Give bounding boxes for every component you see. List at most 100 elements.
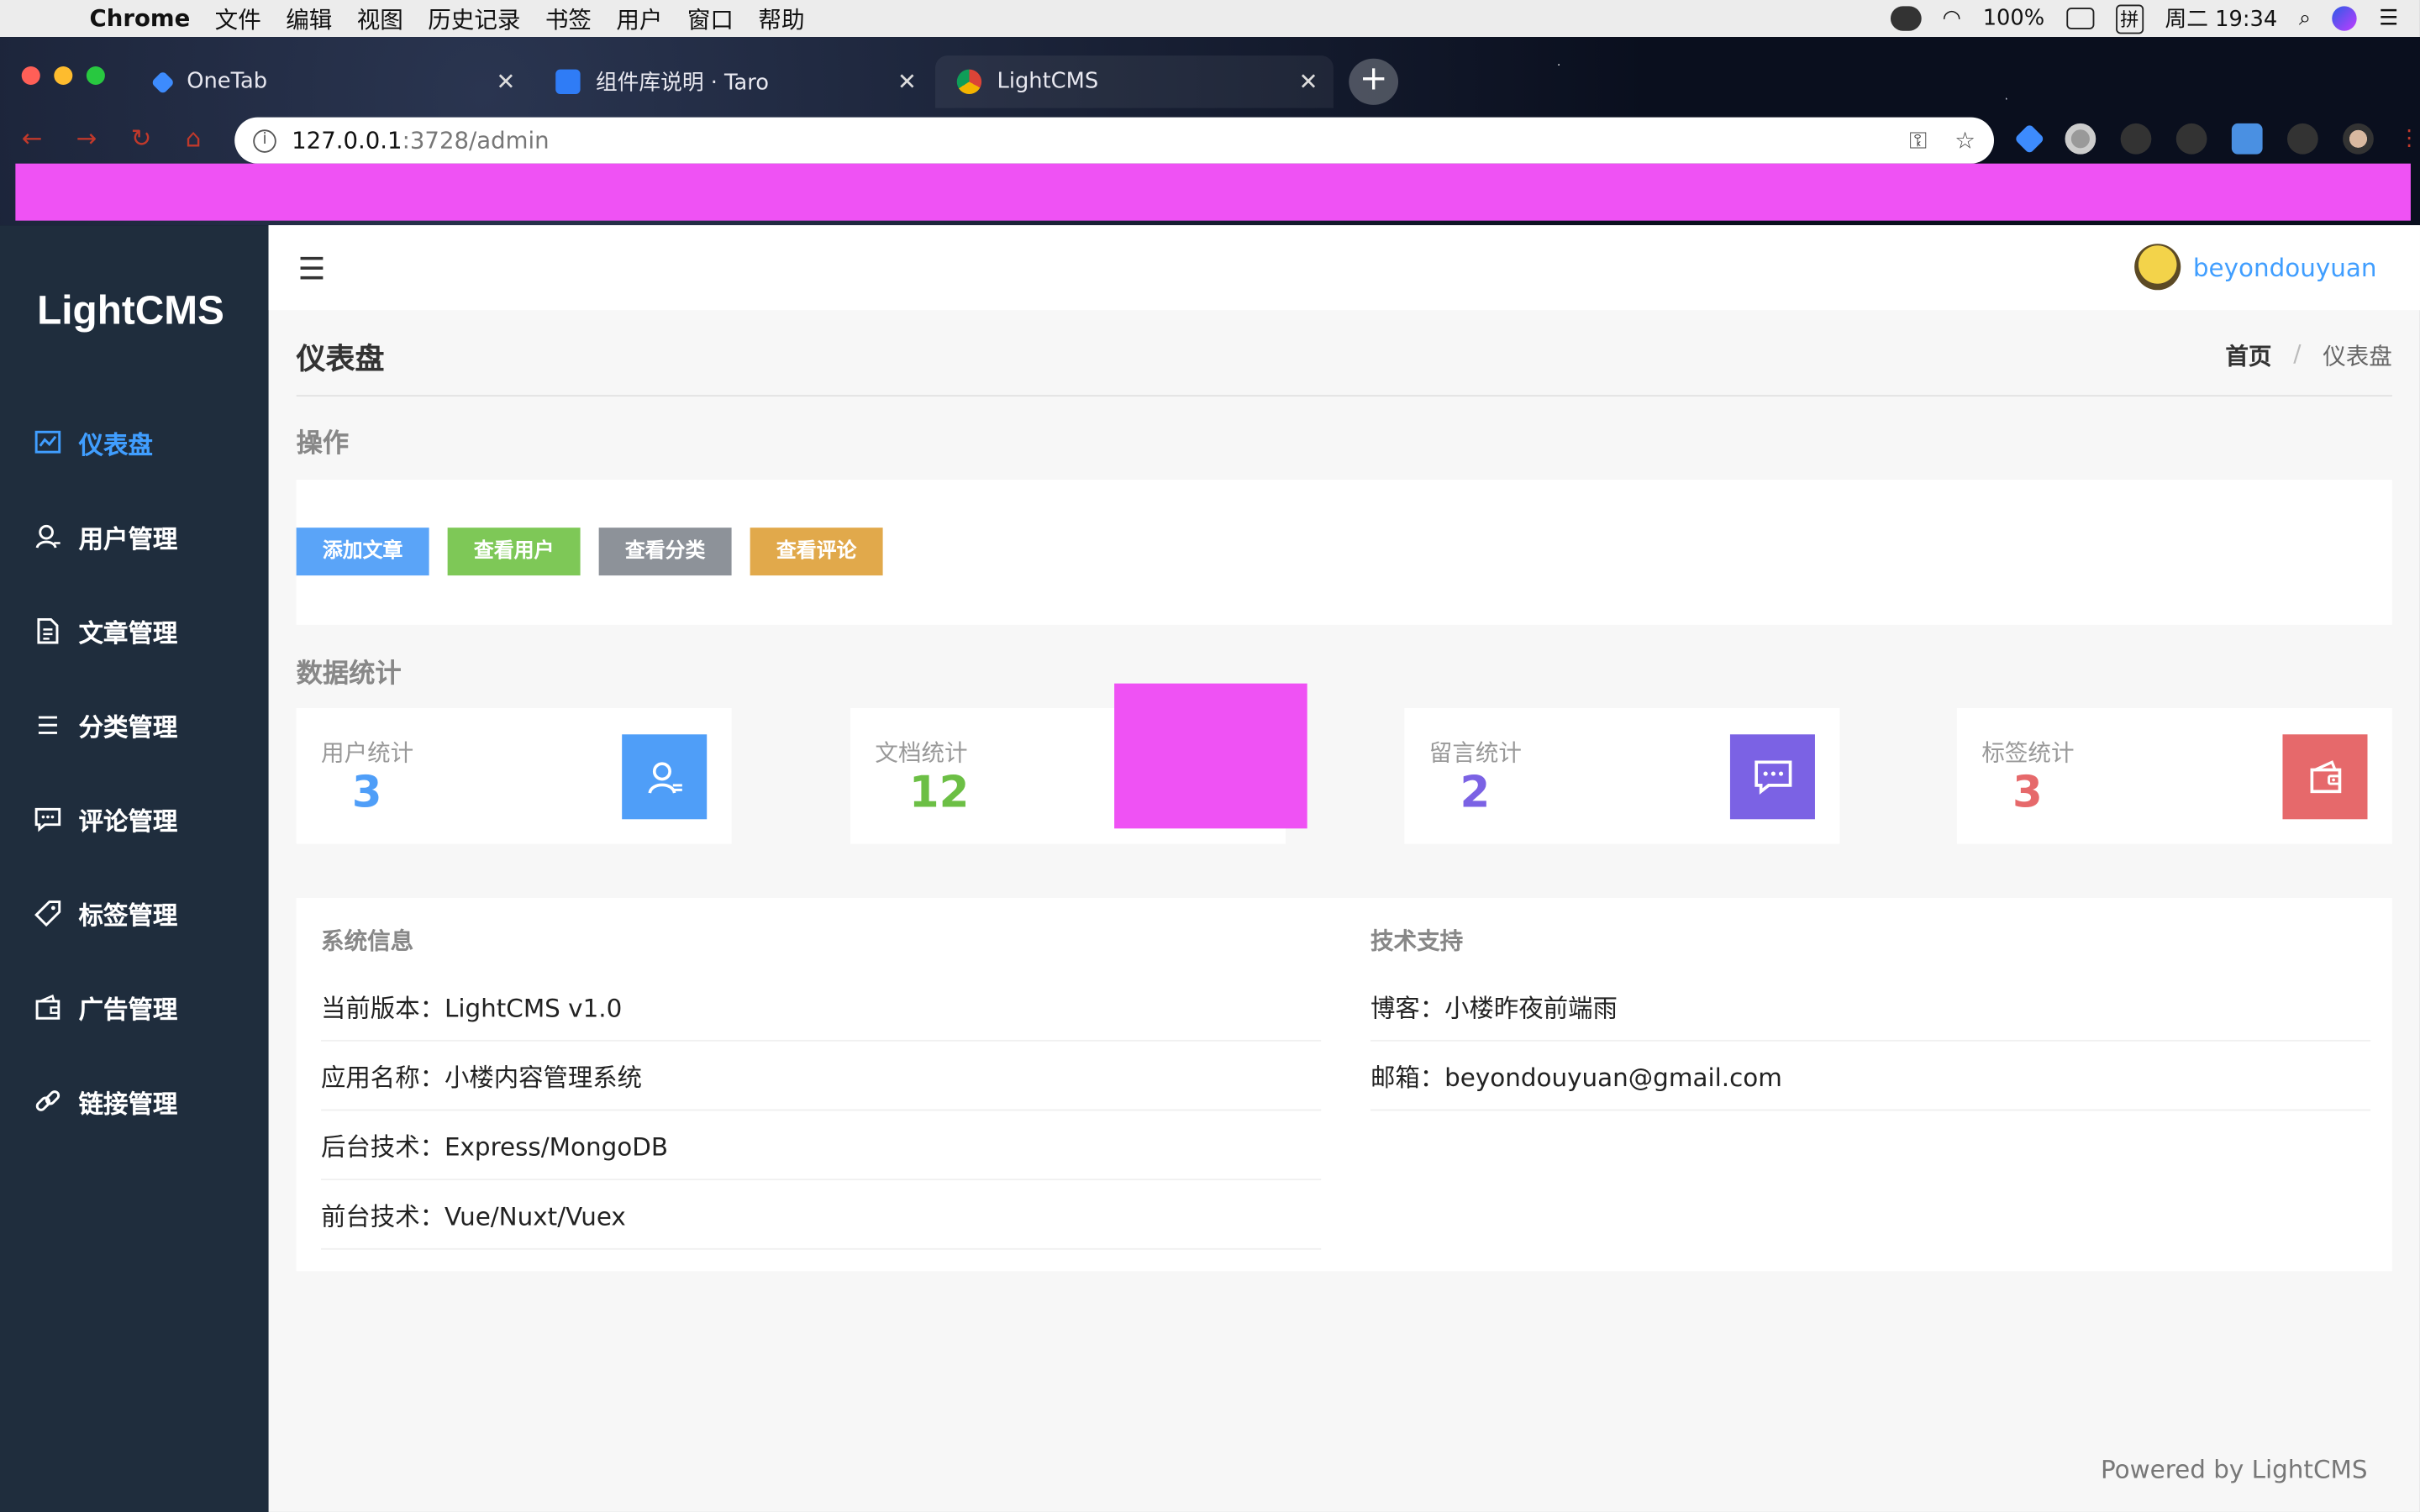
extension-circle-icon[interactable] (2065, 123, 2096, 155)
system-info-title: 系统信息 (321, 927, 414, 955)
reload-icon[interactable]: ↻ (131, 123, 152, 153)
extensions-bar: ⋮ (2014, 123, 2420, 157)
username[interactable]: beyondouyuan (2193, 252, 2377, 281)
sidebar-item-categories[interactable]: 分类管理 (0, 695, 269, 756)
mac-menu-bar: Chrome 文件 编辑 视图 历史记录 书签 用户 窗口 帮助 ◠ 100% … (0, 0, 2420, 38)
close-tab-icon[interactable]: ✕ (897, 68, 917, 96)
sidebar-item-dashboard[interactable]: 仪表盘 (0, 412, 269, 473)
extension-icon[interactable] (2175, 123, 2207, 155)
siri-icon[interactable] (2333, 6, 2358, 31)
extension-icon[interactable] (2120, 123, 2152, 155)
top-header: ☰ beyondouyuan (268, 225, 2420, 311)
menu-history[interactable]: 历史记录 (428, 3, 520, 35)
tab-taro[interactable]: 组件库说明 · Taro ✕ (534, 55, 932, 108)
footer-powered-by: Powered by LightCMS (2100, 1455, 2368, 1484)
sidebar-item-tags[interactable]: 标签管理 (0, 883, 269, 944)
menu-window[interactable]: 窗口 (687, 3, 734, 35)
menu-help[interactable]: 帮助 (758, 3, 804, 35)
tab-title: 组件库说明 · Taro (595, 71, 770, 96)
nav-buttons: ← → ↻ ⌂ (22, 123, 202, 153)
tab-title: OneTab (187, 69, 268, 95)
breadcrumb: 首页 / 仪表盘 (2225, 339, 2392, 372)
wechat-icon[interactable] (1890, 6, 1921, 31)
sidebar-item-links[interactable]: 链接管理 (0, 1071, 269, 1132)
close-tab-icon[interactable]: ✕ (1298, 68, 1318, 96)
notification-center-icon[interactable]: ☰ (2379, 6, 2398, 30)
wifi-icon[interactable]: ◠ (1943, 6, 1961, 30)
menu-people[interactable]: 用户 (616, 3, 662, 35)
admin-app: LightCMS 仪表盘 用户管理 文章管理 分类管理 评论管理 标签管理 广告… (0, 225, 2420, 1512)
sidebar-item-label: 链接管理 (78, 1089, 178, 1119)
system-info-row: 当前版本：LightCMS v1.0 (321, 972, 1322, 1042)
menu-view[interactable]: 视图 (357, 3, 403, 35)
comment-icon (1729, 734, 1815, 820)
close-window-button[interactable] (21, 66, 40, 86)
back-icon[interactable]: ← (22, 123, 43, 153)
url-path: :3728/admin (402, 126, 550, 155)
system-info-row: 应用名称：小楼内容管理系统 (321, 1042, 1322, 1111)
tag-icon (34, 900, 61, 927)
view-users-button[interactable]: 查看用户 (447, 528, 581, 576)
ad-icon (34, 994, 61, 1021)
list-icon (34, 711, 61, 739)
new-tab-button[interactable]: + (1349, 58, 1399, 105)
menu-edit[interactable]: 编辑 (286, 3, 332, 35)
onetab-extension-icon[interactable] (2014, 123, 2045, 155)
user-menu[interactable]: beyondouyuan (2134, 244, 2377, 291)
chrome-menu-icon[interactable]: ⋮ (2398, 123, 2420, 155)
stat-label: 文档统计 (875, 738, 968, 767)
page-title: 仪表盘 (296, 342, 385, 377)
wallet-icon (2282, 734, 2368, 820)
view-categories-button[interactable]: 查看分类 (598, 528, 732, 576)
window-controls (21, 66, 105, 86)
tab-lightcms[interactable]: LightCMS ✕ (935, 55, 1334, 108)
extension-icon[interactable] (2286, 123, 2318, 155)
profile-avatar[interactable] (2343, 123, 2374, 155)
address-bar[interactable]: i 127.0.0.1 :3728/admin ⚿ ☆ (234, 117, 1995, 164)
view-comments-button[interactable]: 查看评论 (750, 528, 883, 576)
breadcrumb-home-link[interactable]: 首页 (2225, 339, 2271, 372)
breadcrumb-current: 仪表盘 (2323, 342, 2392, 370)
stat-value: 2 (1460, 766, 1491, 818)
home-icon[interactable]: ⌂ (186, 123, 202, 153)
url-host: 127.0.0.1 (292, 126, 402, 155)
hamburger-menu-icon[interactable]: ☰ (297, 253, 325, 284)
stat-label: 用户统计 (321, 738, 414, 767)
app-logo[interactable]: LightCMS (37, 287, 224, 335)
forward-icon[interactable]: → (76, 123, 97, 153)
stat-card-messages[interactable]: 留言统计 2 (1404, 708, 1840, 844)
breadcrumb-separator: / (2293, 339, 2302, 368)
extension-blue-icon[interactable] (2231, 123, 2263, 155)
stat-card-tags[interactable]: 标签统计 3 (1956, 708, 2392, 844)
input-method-icon[interactable]: 拼 (2115, 3, 2144, 34)
spotlight-search-icon[interactable]: ⌕ (2299, 6, 2311, 30)
minimize-window-button[interactable] (54, 66, 73, 86)
avatar[interactable] (2134, 244, 2181, 291)
stat-card-users[interactable]: 用户统计 3 (296, 708, 732, 844)
menu-bookmarks[interactable]: 书签 (545, 3, 592, 35)
stat-label: 标签统计 (1981, 738, 2075, 767)
stat-value: 3 (2012, 766, 2043, 818)
clock[interactable]: 周二 19:34 (2165, 3, 2278, 34)
sidebar-item-users[interactable]: 用户管理 (0, 506, 269, 567)
zoom-window-button[interactable] (86, 66, 105, 86)
tab-onetab[interactable]: OneTab ✕ (133, 55, 531, 108)
sidebar-item-articles[interactable]: 文章管理 (0, 600, 269, 661)
menu-app-name[interactable]: Chrome (90, 5, 191, 33)
sidebar-item-comments[interactable]: 评论管理 (0, 789, 269, 850)
menu-file[interactable]: 文件 (215, 3, 261, 35)
battery-percent: 100% (1982, 6, 2045, 31)
close-tab-icon[interactable]: ✕ (496, 68, 515, 96)
stat-label: 留言统计 (1428, 738, 1523, 767)
site-info-icon[interactable]: i (253, 129, 276, 152)
key-icon[interactable]: ⚿ (1909, 127, 1927, 155)
operations-card: 添加文章 查看用户 查看分类 查看评论 (296, 480, 2392, 625)
sidebar-item-ads[interactable]: 广告管理 (0, 977, 269, 1038)
bookmark-star-icon[interactable]: ☆ (1954, 127, 1975, 155)
battery-icon[interactable] (2065, 8, 2094, 29)
chrome-favicon-icon (956, 69, 982, 95)
sidebar-item-label: 文章管理 (78, 618, 178, 648)
add-article-button[interactable]: 添加文章 (296, 528, 429, 576)
redacted-bar (15, 163, 2411, 221)
support-title: 技术支持 (1370, 927, 1464, 955)
